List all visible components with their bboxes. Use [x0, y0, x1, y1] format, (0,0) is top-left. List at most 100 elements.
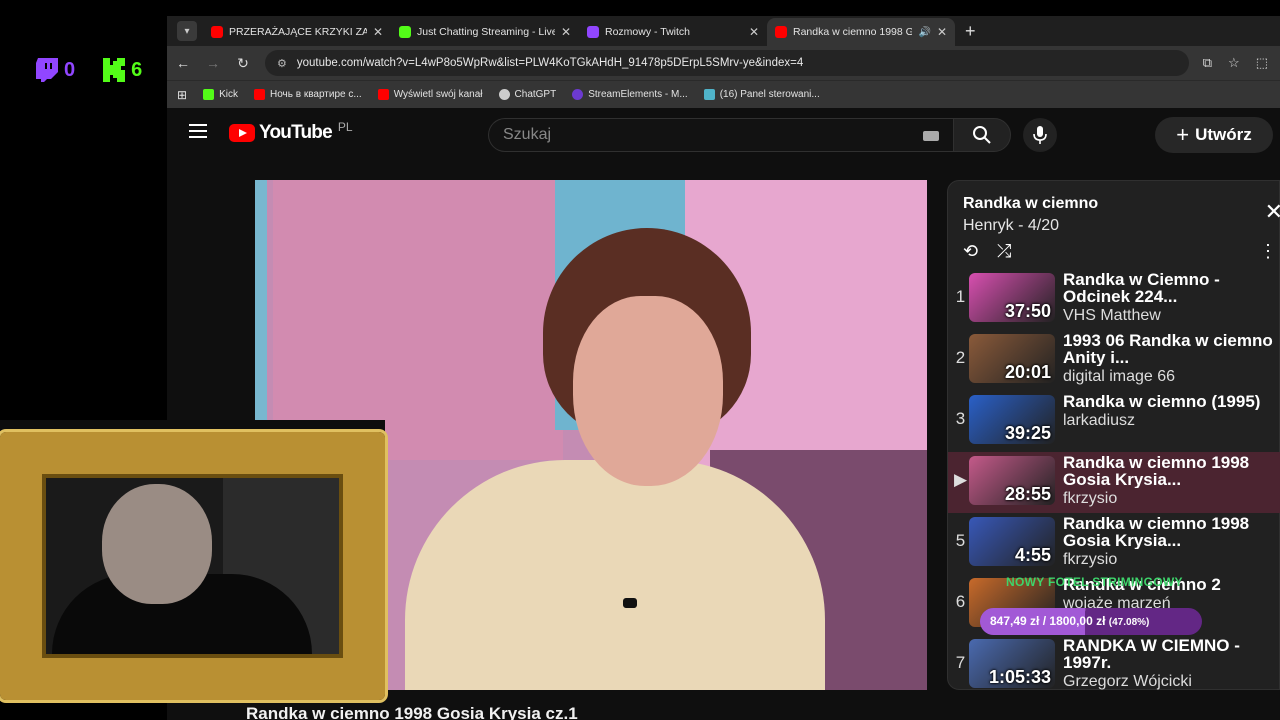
shuffle-icon[interactable]: ⤮	[997, 241, 1011, 262]
bookmark-youtube-2[interactable]: Wyświetl swój kanał	[377, 89, 483, 100]
speaker-icon[interactable]: 🔊	[918, 27, 930, 38]
extensions-icon[interactable]: ⬚	[1256, 55, 1268, 71]
youtube-header: YouTube PL Szukaj + Utwórz	[167, 108, 1280, 164]
playlist-item-thumbnail[interactable]: 37:50	[969, 273, 1055, 322]
youtube-icon	[211, 26, 223, 38]
bookmark-label: Kick	[219, 89, 238, 100]
close-icon[interactable]: ✕	[373, 25, 383, 39]
tab-search-button[interactable]: ▾	[177, 21, 197, 41]
youtube-wordmark: YouTube	[259, 122, 333, 143]
region-code: PL	[337, 120, 353, 134]
playlist-item-index: 7	[955, 653, 966, 672]
youtube-icon	[775, 26, 787, 38]
tab-title: Rozmowy - Twitch	[605, 26, 690, 38]
playlist-item-duration: 37:50	[1004, 301, 1051, 321]
bookmark-label: Wyświetl swój kanał	[393, 89, 483, 100]
bookmark-streamelements[interactable]: StreamElements - M...	[572, 89, 688, 100]
close-icon[interactable]: ✕	[1265, 199, 1280, 225]
youtube-logo[interactable]: YouTube PL	[229, 120, 353, 144]
playlist-item-index: ▶	[953, 470, 968, 489]
tab-strip: ▾ PRZERAŻAJĄCE KRZYKI ZAGINI ✕ Just Chat…	[167, 16, 1280, 46]
playlist-item-title[interactable]: Randka w ciemno 1998 Gosia Krysia...	[1063, 454, 1275, 488]
playlist-title[interactable]: Randka w ciemno	[963, 195, 1098, 213]
close-icon[interactable]: ✕	[561, 25, 571, 39]
youtube-play-icon	[229, 124, 255, 142]
new-tab-button[interactable]: +	[955, 21, 986, 46]
playlist-item-duration: 28:55	[1004, 484, 1051, 504]
playlist-item[interactable]: ▶ 28:55 Randka w ciemno 1998 Gosia Krysia.…	[948, 452, 1280, 513]
playlist-item-index: 2	[955, 348, 966, 367]
playlist-item-title[interactable]: Randka w ciemno (1995)	[1063, 393, 1275, 410]
menu-icon[interactable]	[189, 124, 207, 138]
playlist-item-thumbnail[interactable]: 28:55	[969, 456, 1055, 505]
kick-icon	[103, 58, 126, 82]
bookmark-youtube-1[interactable]: Ночь в квартире с...	[253, 89, 362, 100]
kick-count: 6	[131, 58, 143, 81]
more-options-icon[interactable]: ⋮	[1259, 241, 1277, 262]
youtube-icon	[253, 89, 265, 100]
playlist-item-title[interactable]: 1993 06 Randka w ciemno Anity i...	[1063, 332, 1275, 366]
tab-3[interactable]: Rozmowy - Twitch ✕	[579, 18, 767, 46]
back-icon[interactable]: ←	[175, 55, 191, 71]
playlist-item-channel[interactable]: Grzegorz Wójcicki	[1063, 673, 1275, 691]
bookmark-star-icon[interactable]: ☆	[1228, 55, 1240, 71]
playlist-item-duration: 39:25	[1004, 423, 1051, 443]
tab-2[interactable]: Just Chatting Streaming - Live S ✕	[391, 18, 579, 46]
close-icon[interactable]: ✕	[937, 25, 947, 39]
search-input[interactable]: Szukaj	[488, 118, 953, 152]
playlist-item[interactable]: 1 37:50 Randka w Ciemno - Odcinek 224... VH…	[948, 269, 1280, 330]
donation-raised: 847,49 zł	[990, 614, 1040, 628]
playlist-item-thumbnail[interactable]: 20:01	[969, 334, 1055, 383]
stream-counters: 0 6	[36, 58, 142, 82]
search-button[interactable]	[953, 118, 1011, 152]
twitch-icon	[36, 58, 58, 82]
create-button[interactable]: + Utwórz	[1155, 117, 1273, 153]
kick-icon	[203, 89, 215, 100]
apps-grid-icon[interactable]: ⊞	[177, 88, 187, 102]
bookmark-kick[interactable]: Kick	[203, 89, 238, 100]
bookmark-chatgpt[interactable]: ChatGPT	[498, 89, 556, 100]
search-placeholder: Szukaj	[503, 126, 552, 143]
loop-icon[interactable]: ⟲	[963, 241, 978, 262]
playlist-item-index: 6	[955, 592, 966, 611]
chatgpt-icon	[498, 89, 510, 100]
keyboard-icon[interactable]	[923, 131, 939, 141]
panel-icon	[703, 89, 715, 100]
playlist-item-channel[interactable]: digital image 66	[1063, 368, 1275, 386]
tab-title: Just Chatting Streaming - Live S	[417, 26, 555, 38]
bookmark-panel[interactable]: (16) Panel sterowani...	[703, 89, 820, 100]
ornate-gold-frame	[0, 432, 385, 700]
donation-text: 847,49 zł / 1800,00 zł (47.08%)	[990, 614, 1150, 628]
forward-icon[interactable]: →	[205, 55, 221, 71]
playlist-item-thumbnail[interactable]: 39:25	[969, 395, 1055, 444]
bookmark-label: (16) Panel sterowani...	[719, 89, 820, 100]
address-bar[interactable]: ⚙ youtube.com/watch?v=L4wP8o5WpRw&list=P…	[265, 50, 1189, 76]
webcam-overlay	[0, 420, 385, 700]
donation-progress-bar: 847,49 zł / 1800,00 zł (47.08%)	[980, 608, 1202, 635]
playlist-item[interactable]: 3 39:25 Randka w ciemno (1995) larkadiusz	[948, 391, 1280, 452]
twitch-icon	[587, 26, 599, 38]
search-icon	[973, 126, 991, 144]
playlist-item[interactable]: 7 1:05:33 RANDKA W CIEMNO - 1997r. Grzegorz…	[948, 635, 1280, 696]
playlist-item-channel[interactable]: larkadiusz	[1063, 412, 1275, 430]
reload-icon[interactable]: ↻	[235, 55, 251, 72]
playlist-item-index: 5	[955, 531, 966, 550]
tab-1[interactable]: PRZERAŻAJĄCE KRZYKI ZAGINI ✕	[203, 18, 391, 46]
playlist-item-thumbnail[interactable]: 4:55	[969, 517, 1055, 566]
playlist-item-channel[interactable]: VHS Matthew	[1063, 307, 1275, 325]
playlist-item-thumbnail[interactable]: 1:05:33	[969, 639, 1055, 688]
streamelements-icon	[572, 89, 584, 100]
playlist-item[interactable]: 5 4:55 Randka w ciemno 1998 Gosia Krysia..…	[948, 513, 1280, 574]
playlist-item[interactable]: 2 20:01 1993 06 Randka w ciemno Anity i...…	[948, 330, 1280, 391]
playlist-item-channel[interactable]: fkrzysio	[1063, 551, 1275, 569]
playlist-item-title[interactable]: Randka w Ciemno - Odcinek 224...	[1063, 271, 1275, 305]
tab-title: PRZERAŻAJĄCE KRZYKI ZAGINI	[229, 26, 367, 38]
site-info-icon[interactable]: ⚙	[277, 57, 287, 70]
playlist-item-channel[interactable]: fkrzysio	[1063, 490, 1275, 508]
tab-4-active[interactable]: Randka w ciemno 1998 Gos 🔊 ✕	[767, 18, 955, 46]
install-icon[interactable]: ⧉	[1203, 55, 1212, 71]
voice-search-button[interactable]	[1023, 118, 1057, 152]
playlist-item-title[interactable]: Randka w ciemno 1998 Gosia Krysia...	[1063, 515, 1275, 549]
close-icon[interactable]: ✕	[749, 25, 759, 39]
playlist-item-title[interactable]: RANDKA W CIEMNO - 1997r.	[1063, 637, 1275, 671]
